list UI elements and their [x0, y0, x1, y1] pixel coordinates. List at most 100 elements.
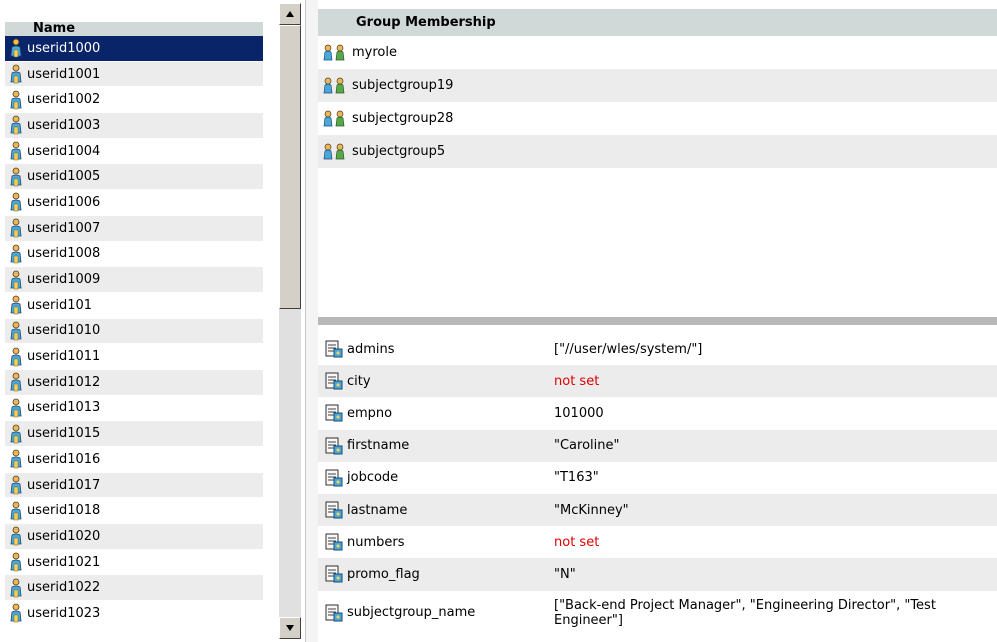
user-list-item[interactable]: userid101: [5, 293, 263, 319]
group-list-item[interactable]: myrole: [318, 36, 997, 69]
user-list-item[interactable]: userid1010: [5, 318, 263, 345]
attribute-icon: [325, 404, 343, 422]
group-icon: [323, 77, 345, 93]
attribute-row[interactable]: subjectgroup_name ["Back-end Project Mana…: [318, 591, 997, 635]
user-list-pane: Name userid1000 userid1001 userid1002 useri…: [0, 0, 270, 642]
attribute-row[interactable]: numbers not set: [318, 526, 997, 558]
user-list-item[interactable]: userid1013: [5, 396, 263, 422]
attribute-value: 101000: [554, 405, 604, 421]
user-name: userid1020: [27, 528, 101, 544]
scroll-down-button[interactable]: [279, 617, 301, 639]
group-icon: [323, 44, 345, 60]
attribute-icon: [325, 372, 343, 390]
user-list-item[interactable]: userid1009: [5, 267, 263, 293]
attribute-value: not set: [554, 534, 600, 550]
user-icon: [10, 475, 22, 495]
user-list-item[interactable]: userid1017: [5, 472, 263, 499]
user-name: userid1008: [27, 246, 101, 262]
user-list-item[interactable]: userid1001: [5, 61, 263, 88]
group-name: subjectgroup28: [352, 111, 454, 126]
user-list-item[interactable]: userid1000: [5, 36, 263, 62]
user-icon: [10, 218, 22, 238]
user-icon: [10, 501, 22, 520]
attribute-icon: [325, 604, 343, 621]
user-list-item[interactable]: userid1011: [5, 344, 263, 370]
user-list: userid1000 userid1001 userid1002 userid1003…: [5, 36, 263, 627]
attribute-name: jobcode: [347, 470, 399, 486]
user-icon: [10, 141, 22, 161]
group-membership-header: Group Membership: [318, 9, 997, 36]
user-list-item[interactable]: userid1021: [5, 550, 263, 576]
user-list-item[interactable]: userid1022: [5, 575, 263, 602]
user-name: userid1004: [27, 143, 101, 159]
group-name: subjectgroup19: [352, 78, 454, 93]
user-name: userid1007: [27, 220, 101, 236]
group-icon: [323, 110, 345, 126]
horizontal-splitter[interactable]: [318, 317, 997, 325]
attribute-name: promo_flag: [347, 566, 420, 582]
user-list-item[interactable]: userid1018: [5, 498, 263, 525]
attribute-value: "N": [554, 566, 576, 582]
user-name: userid1013: [27, 400, 101, 416]
user-icon: [10, 604, 22, 623]
user-icon: [10, 295, 22, 315]
scroll-up-button[interactable]: [279, 3, 301, 25]
user-name: userid1023: [27, 605, 101, 621]
user-icon: [10, 527, 22, 546]
user-list-item[interactable]: userid1023: [5, 601, 263, 627]
attribute-list: admins ["//user/wles/system/"] city not set…: [318, 333, 997, 635]
user-list-item[interactable]: userid1016: [5, 447, 263, 473]
attribute-name: numbers: [347, 534, 405, 550]
user-name: userid1002: [27, 92, 101, 108]
attribute-value: ["Back-end Project Manager", "Engineerin…: [554, 597, 936, 628]
user-list-item[interactable]: userid1008: [5, 242, 263, 268]
attribute-icon: [325, 437, 343, 455]
user-name: userid1006: [27, 194, 101, 210]
user-name: userid1015: [27, 426, 101, 442]
attribute-row[interactable]: lastname "McKinney": [318, 493, 997, 527]
arrow-down-icon: [286, 625, 294, 631]
attribute-value: "T163": [554, 470, 599, 486]
user-icon: [10, 578, 22, 598]
user-list-item[interactable]: userid1003: [5, 113, 263, 139]
user-icon: [10, 64, 22, 84]
user-icon: [10, 372, 22, 392]
attribute-row[interactable]: admins ["//user/wles/system/"]: [318, 333, 997, 365]
user-icon: [10, 398, 22, 418]
scroll-thumb[interactable]: [279, 25, 301, 309]
user-name: userid1022: [27, 580, 101, 596]
attribute-row[interactable]: empno 101000: [318, 397, 997, 429]
group-membership-pane: Group Membership myrole subjectgroup19 sub…: [318, 9, 997, 317]
user-list-item[interactable]: userid1005: [5, 164, 263, 191]
user-list-item[interactable]: userid1006: [5, 190, 263, 216]
user-name: userid1017: [27, 477, 101, 493]
user-icon: [10, 449, 22, 469]
user-list-item[interactable]: userid1004: [5, 139, 263, 165]
pane-splitter[interactable]: [305, 0, 318, 642]
attribute-row[interactable]: promo_flag "N": [318, 558, 997, 591]
user-list-item[interactable]: userid1002: [5, 87, 263, 114]
name-column-header[interactable]: Name: [5, 22, 263, 36]
group-icon: [323, 143, 345, 159]
user-name: userid1016: [27, 451, 101, 467]
user-list-item[interactable]: userid1012: [5, 369, 263, 396]
attribute-name: city: [347, 373, 371, 389]
attribute-row[interactable]: jobcode "T163": [318, 462, 997, 494]
group-list-item[interactable]: subjectgroup19: [318, 69, 997, 102]
user-list-item[interactable]: userid1007: [5, 215, 263, 242]
user-icon: [10, 38, 22, 58]
attribute-value: ["//user/wles/system/"]: [554, 341, 703, 357]
user-name: userid1012: [27, 374, 101, 390]
user-name: userid101: [27, 297, 93, 313]
group-list-item[interactable]: subjectgroup28: [318, 102, 997, 135]
user-list-item[interactable]: userid1020: [5, 524, 263, 550]
vertical-scrollbar[interactable]: [279, 3, 301, 639]
attribute-row[interactable]: firstname "Caroline": [318, 429, 997, 462]
attribute-row[interactable]: city not set: [318, 365, 997, 398]
group-list-item[interactable]: subjectgroup5: [318, 135, 997, 168]
user-list-item[interactable]: userid1015: [5, 421, 263, 447]
user-icon: [10, 244, 22, 264]
attribute-value: not set: [554, 373, 600, 389]
attribute-name: lastname: [347, 502, 408, 518]
user-name: userid1003: [27, 117, 101, 133]
